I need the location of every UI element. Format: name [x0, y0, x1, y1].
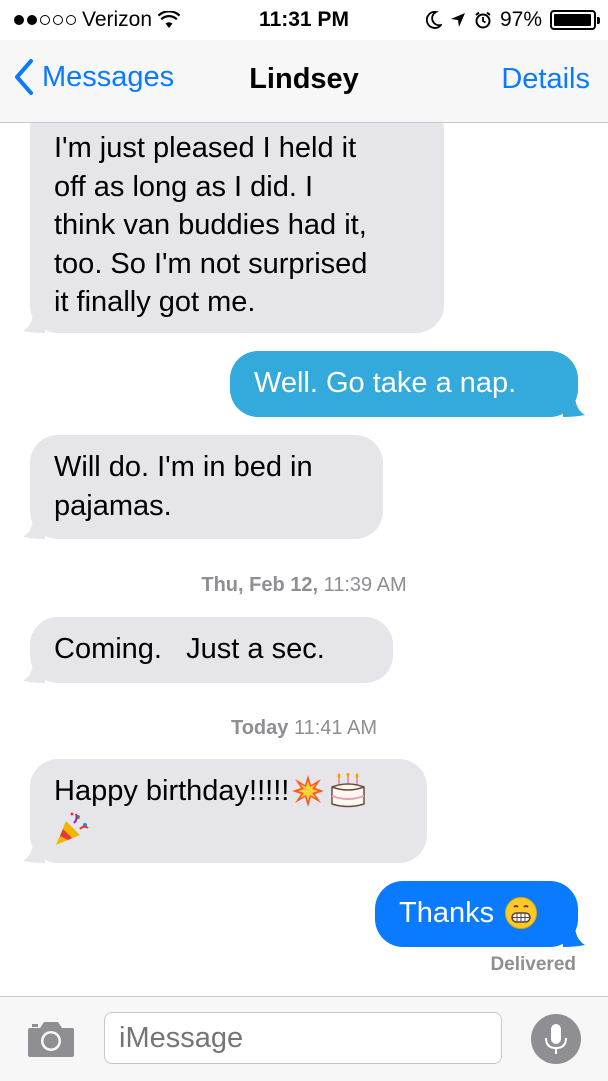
- compose-bar: [0, 996, 608, 1081]
- battery-percentage: 97%: [499, 8, 542, 31]
- details-button[interactable]: Details: [501, 63, 590, 96]
- timestamp-day: Today: [230, 717, 289, 739]
- bubble-tail: [563, 395, 585, 417]
- battery-icon: [550, 10, 600, 30]
- timestamp-day: Thu, Feb 12,: [201, 574, 319, 596]
- camera-icon[interactable]: [26, 1019, 76, 1059]
- timestamp: Thu, Feb 12, 11:39 AM: [0, 574, 608, 597]
- message-text: Coming. Just a sec.: [54, 633, 325, 665]
- message-bubble-outgoing[interactable]: Well. Go take a nap.: [230, 351, 585, 417]
- microphone-icon: [545, 1024, 567, 1054]
- message-text: Well. Go take a nap.: [254, 367, 517, 399]
- collision-emoji: [292, 775, 325, 807]
- message-line: Happy birthday!!!!!: [54, 772, 403, 810]
- party-popper-emoji: [56, 812, 89, 845]
- message-line: [54, 810, 403, 848]
- message-text: Will do. I'm in bed in pajamas.: [54, 451, 313, 522]
- message-bubble-incoming[interactable]: Coming. Just a sec.: [23, 617, 393, 683]
- message-input[interactable]: [104, 1012, 502, 1064]
- bubble-tail: [23, 517, 45, 539]
- message-thread[interactable]: I'm just pleased I held it off as long a…: [0, 123, 608, 996]
- grinning-emoji: [505, 897, 538, 929]
- message-bubble-incoming[interactable]: Happy birthday!!!!!: [23, 759, 427, 863]
- message-bubble-outgoing[interactable]: Thanks: [375, 881, 585, 947]
- message-text: I'm just pleased I held it off as long a…: [54, 132, 368, 318]
- bubble-tail: [23, 311, 45, 333]
- message-text: Thanks: [399, 896, 495, 929]
- timestamp: Today 11:41 AM: [0, 717, 608, 740]
- message-text: Happy birthday!!!!!: [54, 774, 290, 807]
- bubble-tail: [563, 925, 585, 947]
- message-bubble-incoming[interactable]: I'm just pleased I held it off as long a…: [23, 123, 444, 333]
- timestamp-time: 11:41 AM: [293, 717, 377, 739]
- alarm-icon: [475, 11, 491, 29]
- bubble-tail: [23, 661, 45, 683]
- birthday-cake-emoji: [331, 773, 366, 808]
- navigation-bar: Messages Lindsey Details: [0, 40, 608, 123]
- status-indicators: 97%: [425, 8, 600, 32]
- location-arrow-icon: [450, 13, 465, 27]
- moon-icon: [425, 11, 442, 29]
- message-line: Thanks: [399, 894, 554, 932]
- delivery-status: Delivered: [490, 954, 576, 975]
- bubble-tail: [23, 841, 45, 863]
- timestamp-time: 11:39 AM: [323, 574, 407, 596]
- status-bar: Verizon 11:31 PM 97%: [0, 0, 608, 40]
- microphone-button[interactable]: [531, 1014, 581, 1064]
- message-bubble-incoming[interactable]: Will do. I'm in bed in pajamas.: [23, 435, 383, 539]
